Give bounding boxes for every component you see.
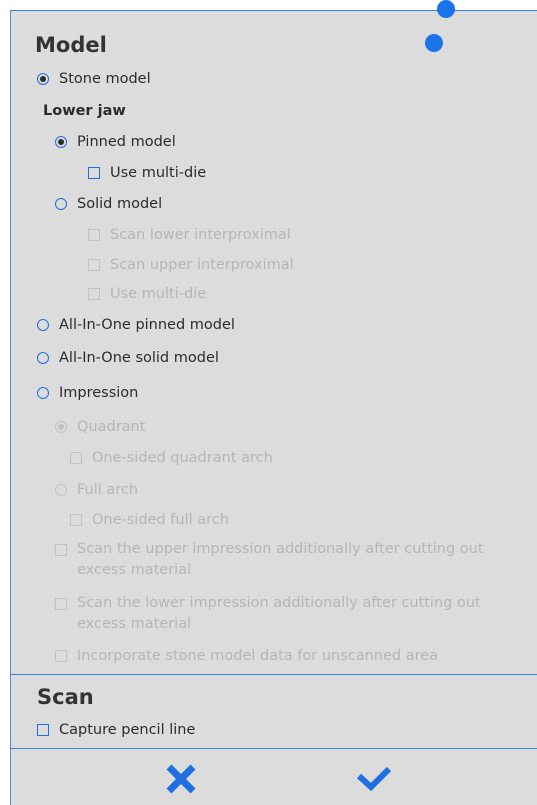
checkbox-icon [88, 288, 100, 300]
incorporate-stone-label: Incorporate stone model data for unscann… [77, 648, 439, 664]
lower-jaw-label: Lower jaw [43, 103, 126, 119]
lower-jaw-heading: Lower jaw [43, 100, 126, 122]
radio-unselected-icon [37, 352, 49, 364]
checkbox-icon [88, 167, 100, 179]
scan-lower-impression-checkbox[interactable]: Scan the lower impression additionally a… [55, 593, 517, 635]
footer-divider [10, 748, 537, 749]
one-sided-full-label: One-sided full arch [92, 512, 229, 528]
scan-section-title: Scan [37, 685, 94, 709]
close-icon [166, 764, 196, 794]
all-in-one-solid-radio[interactable]: All-In-One solid model [37, 347, 219, 369]
radio-selected-icon [55, 136, 67, 148]
checkbox-icon [55, 598, 67, 610]
use-multi-die-2-label: Use multi-die [110, 286, 207, 302]
cancel-button[interactable] [163, 762, 199, 796]
impression-label: Impression [59, 385, 139, 401]
use-multi-die-2-checkbox[interactable]: Use multi-die [88, 283, 206, 305]
scan-upper-interproximal-label: Scan upper interproximal [110, 257, 294, 273]
radio-unselected-icon [37, 387, 49, 399]
scan-upper-impression-checkbox[interactable]: Scan the upper impression additionally a… [55, 539, 517, 581]
pinned-model-radio[interactable]: Pinned model [55, 131, 176, 153]
checkbox-icon [55, 650, 67, 662]
pinned-model-label: Pinned model [77, 134, 176, 150]
check-icon [356, 766, 392, 792]
scan-upper-impression-label: Scan the upper impression additionally a… [77, 541, 484, 578]
drag-handle[interactable] [425, 34, 443, 52]
checkbox-icon [88, 259, 100, 271]
quadrant-label: Quadrant [77, 419, 146, 435]
checkbox-icon [55, 544, 67, 556]
one-sided-quadrant-label: One-sided quadrant arch [92, 450, 273, 466]
radio-unselected-icon [37, 319, 49, 331]
section-divider [10, 674, 537, 675]
all-in-one-solid-label: All-In-One solid model [59, 350, 219, 366]
stone-model-label: Stone model [59, 71, 151, 87]
scan-lower-interproximal-label: Scan lower interproximal [110, 227, 291, 243]
all-in-one-pinned-label: All-In-One pinned model [59, 317, 235, 333]
model-section-title: Model [35, 33, 107, 57]
solid-model-radio[interactable]: Solid model [55, 193, 162, 215]
radio-selected-icon [37, 73, 49, 85]
scan-lower-impression-label: Scan the lower impression additionally a… [77, 595, 481, 632]
radio-unselected-icon [55, 198, 67, 210]
scan-upper-interproximal-checkbox[interactable]: Scan upper interproximal [88, 254, 294, 276]
one-sided-quadrant-checkbox[interactable]: One-sided quadrant arch [70, 447, 273, 469]
impression-radio[interactable]: Impression [37, 382, 138, 404]
checkbox-icon [70, 452, 82, 464]
full-arch-label: Full arch [77, 482, 139, 498]
use-multi-die-label: Use multi-die [110, 165, 207, 181]
checkbox-icon [37, 724, 49, 736]
quadrant-radio[interactable]: Quadrant [55, 416, 145, 438]
checkbox-icon [70, 514, 82, 526]
incorporate-stone-checkbox[interactable]: Incorporate stone model data for unscann… [55, 645, 438, 667]
solid-model-label: Solid model [77, 196, 163, 212]
capture-pencil-line-checkbox[interactable]: Capture pencil line [37, 719, 195, 741]
full-arch-radio[interactable]: Full arch [55, 479, 138, 501]
checkbox-icon [88, 229, 100, 241]
all-in-one-pinned-radio[interactable]: All-In-One pinned model [37, 314, 235, 336]
scan-lower-interproximal-checkbox[interactable]: Scan lower interproximal [88, 224, 291, 246]
confirm-button[interactable] [355, 764, 393, 794]
stone-model-radio[interactable]: Stone model [37, 68, 151, 90]
top-divider [10, 10, 537, 11]
drag-handle-top[interactable] [437, 0, 455, 18]
one-sided-full-checkbox[interactable]: One-sided full arch [70, 509, 229, 531]
capture-pencil-line-label: Capture pencil line [59, 722, 196, 738]
use-multi-die-checkbox[interactable]: Use multi-die [88, 162, 206, 184]
radio-unselected-icon [55, 484, 67, 496]
radio-selected-icon [55, 421, 67, 433]
